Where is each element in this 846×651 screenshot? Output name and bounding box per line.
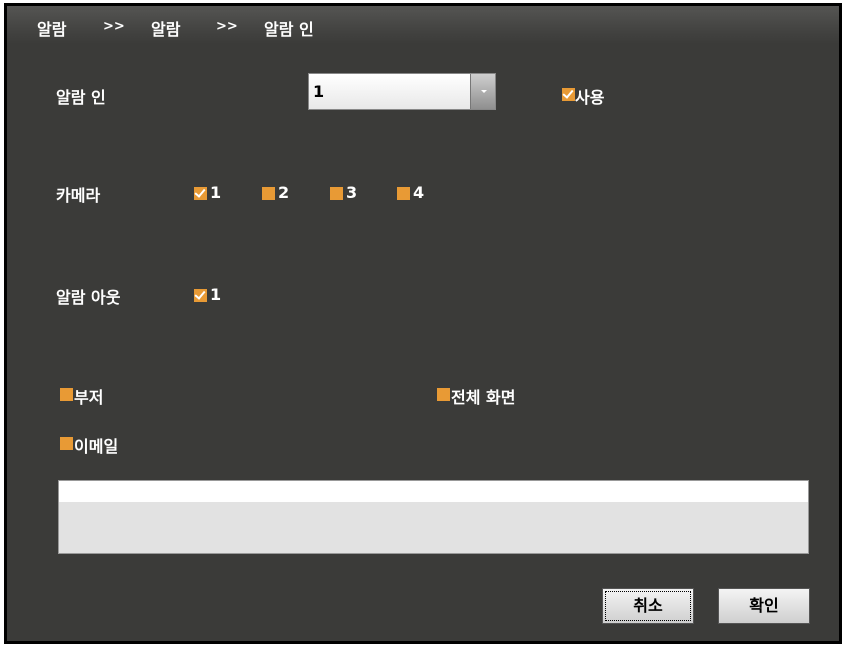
- camera-3-checkbox[interactable]: [330, 187, 343, 200]
- camera-4-checkbox[interactable]: [397, 187, 410, 200]
- alarm-in-select-value: 1: [313, 82, 325, 101]
- breadcrumb-separator: >>: [216, 19, 238, 34]
- camera-4-label: 4: [413, 183, 425, 202]
- camera-2-checkbox[interactable]: [262, 187, 275, 200]
- camera-3-label: 3: [346, 183, 358, 202]
- camera-label: 카메라: [56, 186, 101, 205]
- breadcrumb-item-alarm-in: 알람 인: [264, 20, 314, 39]
- cancel-button[interactable]: 취소: [602, 588, 694, 624]
- email-list[interactable]: [58, 480, 809, 554]
- alarm-out-1-checkbox[interactable]: [194, 289, 207, 302]
- breadcrumb-separator: >>: [103, 19, 125, 34]
- buzzer-label: 부저: [74, 388, 104, 407]
- alarm-in-dialog: 알람 >> 알람 >> 알람 인 알람 인 1 사용 카메라 1 2 3 4 알…: [4, 3, 842, 644]
- alarm-out-1-label: 1: [210, 285, 222, 304]
- ok-button[interactable]: 확인: [718, 588, 810, 624]
- email-label: 이메일: [74, 437, 119, 456]
- alarm-out-label: 알람 아웃: [56, 288, 121, 307]
- chevron-down-icon[interactable]: [470, 74, 495, 109]
- buzzer-checkbox[interactable]: [60, 388, 73, 401]
- breadcrumb-item-alarm-2[interactable]: 알람: [151, 16, 180, 40]
- breadcrumb-item-alarm[interactable]: 알람: [37, 16, 66, 40]
- fullscreen-label: 전체 화면: [451, 388, 516, 407]
- fullscreen-checkbox[interactable]: [437, 388, 450, 401]
- alarm-in-select[interactable]: 1: [308, 73, 496, 110]
- email-checkbox[interactable]: [60, 437, 73, 450]
- camera-1-checkbox[interactable]: [194, 187, 207, 200]
- email-input-row[interactable]: [59, 481, 808, 502]
- camera-2-label: 2: [278, 183, 290, 202]
- alarm-in-label: 알람 인: [56, 88, 106, 107]
- breadcrumb: 알람 >> 알람 >> 알람 인: [7, 6, 839, 44]
- enable-checkbox[interactable]: [562, 88, 575, 101]
- enable-label: 사용: [575, 88, 605, 107]
- camera-1-label: 1: [210, 183, 222, 202]
